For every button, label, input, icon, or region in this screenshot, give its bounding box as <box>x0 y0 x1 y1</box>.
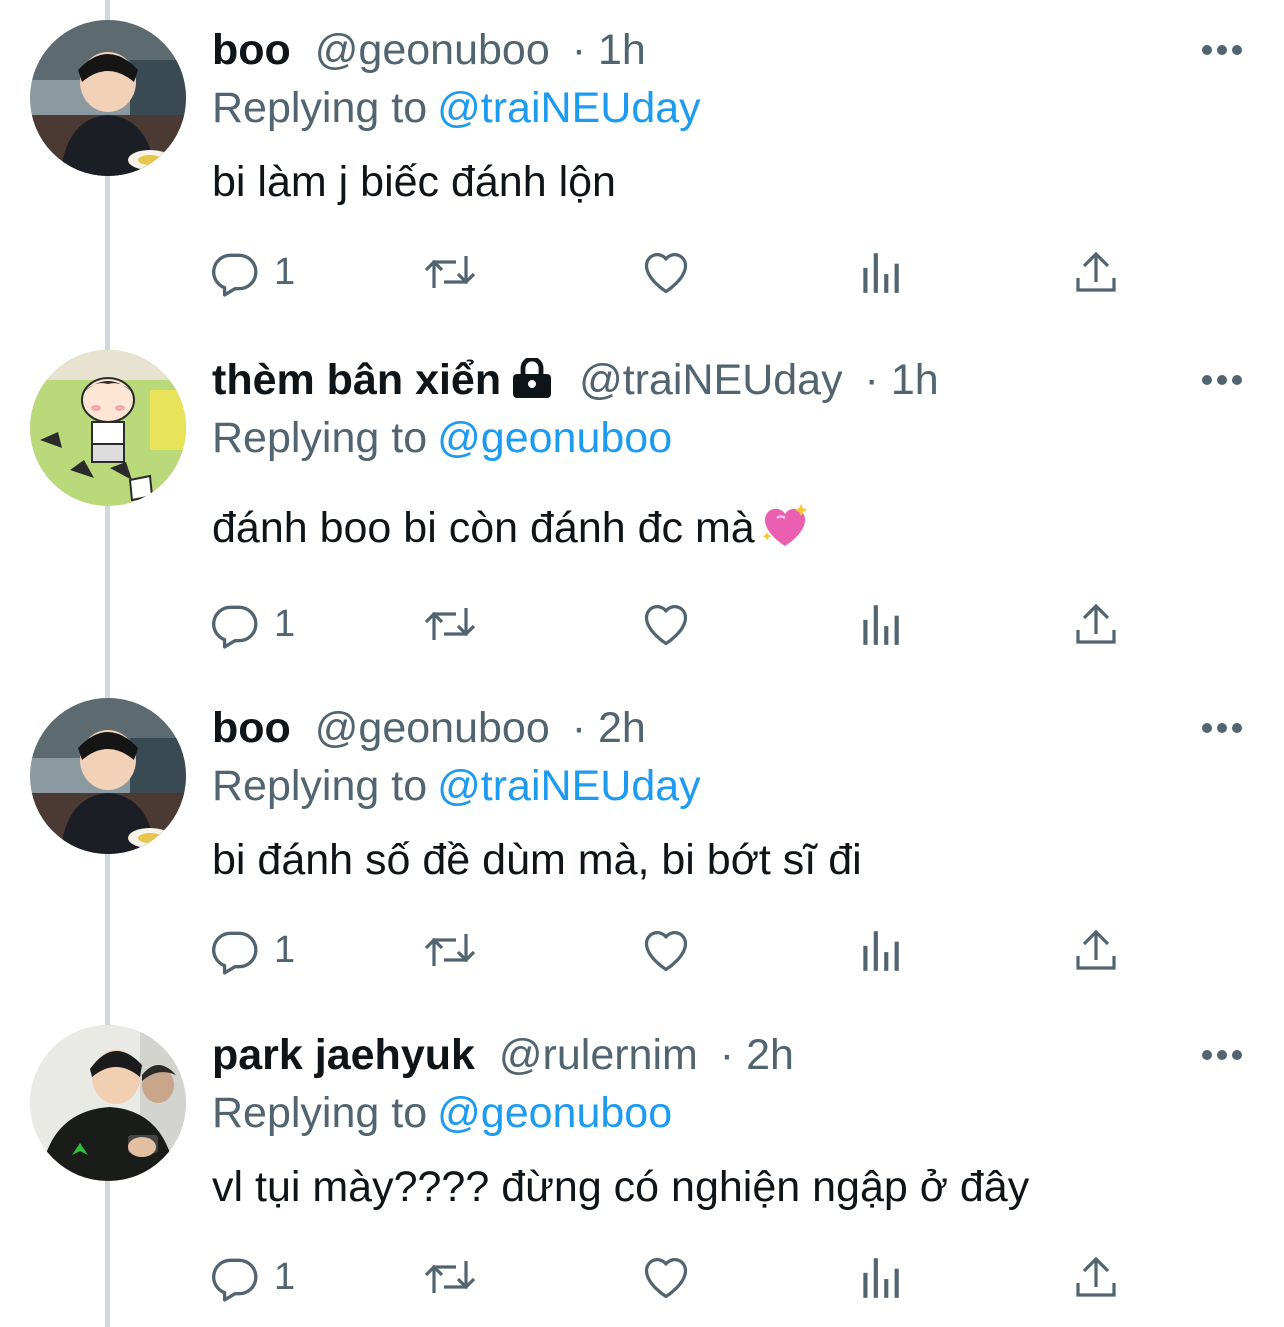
tweet-header: boo @geonuboo · 1h <box>212 20 646 80</box>
reply-button[interactable]: 1 <box>210 920 295 980</box>
tweet-text: bi làm j biếc đánh lộn <box>212 152 616 212</box>
avatar[interactable] <box>30 1025 186 1181</box>
tweet-text-content: vl tụi mày???? đừng có nghiện ngập ở đây <box>212 1163 1030 1211</box>
replying-to: Replying to @geonuboo <box>212 408 672 468</box>
like-icon <box>644 931 688 972</box>
replying-label: Replying to <box>212 762 428 810</box>
reply-icon <box>212 1258 258 1302</box>
timestamp[interactable]: · 1h <box>572 26 646 74</box>
retweet-icon <box>424 256 476 288</box>
tweet-header: thèm bân xiển @traiNEUday · 1h <box>212 350 939 410</box>
like-button[interactable] <box>640 1247 692 1307</box>
tweet-header: park jaehyuk @rulernim · 2h <box>212 1025 794 1085</box>
reply-count: 1 <box>274 1256 296 1298</box>
analytics-icon <box>863 253 899 293</box>
mention-link[interactable]: @traiNEUday <box>437 84 701 132</box>
display-name[interactable]: park jaehyuk <box>212 1031 475 1079</box>
boy-eating-avatar-icon <box>30 698 186 854</box>
like-button[interactable] <box>640 920 692 980</box>
replying-to: Replying to @geonuboo <box>212 1083 672 1143</box>
share-button[interactable] <box>1072 920 1120 980</box>
tweet-text-content: bi làm j biếc đánh lộn <box>212 158 616 206</box>
replying-label: Replying to <box>212 1089 428 1137</box>
sparkling-heart-emoji-icon <box>761 502 811 566</box>
replying-to: Replying to @traiNEUday <box>212 78 701 138</box>
avatar[interactable] <box>30 20 186 176</box>
reply-button[interactable]: 1 <box>210 594 295 654</box>
replying-label: Replying to <box>212 84 428 132</box>
action-bar: 1 <box>210 1247 1170 1307</box>
more-icon[interactable] <box>1200 370 1244 390</box>
boy-eating-avatar-icon <box>30 20 186 176</box>
handle[interactable]: @geonuboo <box>315 704 550 752</box>
like-button[interactable] <box>640 594 692 654</box>
handle[interactable]: @geonuboo <box>315 26 550 74</box>
tweet-text-content: đánh boo bi còn đánh đc mà <box>212 504 755 552</box>
avatar[interactable] <box>30 698 186 854</box>
timestamp[interactable]: · 2h <box>720 1031 794 1079</box>
like-button[interactable] <box>640 242 692 302</box>
retweet-button[interactable] <box>422 242 478 302</box>
display-name[interactable]: boo <box>212 26 291 74</box>
boy-with-phone-avatar-icon <box>30 1025 186 1181</box>
retweet-button[interactable] <box>422 920 478 980</box>
reply-count: 1 <box>274 929 296 971</box>
tweet-text: vl tụi mày???? đừng có nghiện ngập ở đây <box>212 1157 1029 1217</box>
analytics-icon <box>863 605 899 645</box>
display-name[interactable]: boo <box>212 704 291 752</box>
mention-link[interactable]: @geonuboo <box>437 1089 672 1137</box>
analytics-button[interactable] <box>858 920 902 980</box>
handle[interactable]: @rulernim <box>499 1031 698 1079</box>
reply-button[interactable]: 1 <box>210 242 295 302</box>
mention-link[interactable]: @traiNEUday <box>437 762 701 810</box>
share-button[interactable] <box>1072 594 1120 654</box>
more-icon[interactable] <box>1200 1045 1244 1065</box>
analytics-button[interactable] <box>858 594 902 654</box>
reply-icon <box>212 605 258 649</box>
share-icon <box>1076 1256 1116 1297</box>
like-icon <box>644 1258 688 1299</box>
timestamp[interactable]: · 1h <box>865 356 939 404</box>
more-icon[interactable] <box>1200 718 1244 738</box>
tweet-header: boo @geonuboo · 2h <box>212 698 646 758</box>
lock-icon <box>509 354 555 414</box>
replying-to: Replying to @traiNEUday <box>212 756 701 816</box>
handle[interactable]: @traiNEUday <box>579 356 843 404</box>
replying-label: Replying to <box>212 414 428 462</box>
cartoon-boy-avatar-icon <box>30 350 186 506</box>
action-bar: 1 <box>210 594 1170 654</box>
analytics-button[interactable] <box>858 1247 902 1307</box>
retweet-icon <box>424 608 476 640</box>
share-button[interactable] <box>1072 1247 1120 1307</box>
retweet-button[interactable] <box>422 594 478 654</box>
reply-icon <box>212 931 258 975</box>
share-icon <box>1076 603 1116 644</box>
share-icon <box>1076 251 1116 292</box>
like-icon <box>644 605 688 646</box>
share-button[interactable] <box>1072 242 1120 302</box>
reply-icon <box>212 253 258 297</box>
display-name[interactable]: thèm bân xiển <box>212 356 501 404</box>
analytics-button[interactable] <box>858 242 902 302</box>
avatar[interactable] <box>30 350 186 506</box>
retweet-icon <box>424 1261 476 1293</box>
tweet-text-content: bi đánh số đề dùm mà, bi bớt sĩ đi <box>212 836 862 884</box>
reply-button[interactable]: 1 <box>210 1247 295 1307</box>
reply-count: 1 <box>274 603 296 645</box>
retweet-button[interactable] <box>422 1247 478 1307</box>
more-icon[interactable] <box>1200 40 1244 60</box>
reply-count: 1 <box>274 251 296 293</box>
tweet-text: bi đánh số đề dùm mà, bi bớt sĩ đi <box>212 830 862 890</box>
mention-link[interactable]: @geonuboo <box>437 414 672 462</box>
action-bar: 1 <box>210 920 1170 980</box>
like-icon <box>644 253 688 294</box>
tweet-text: đánh boo bi còn đánh đc mà <box>212 498 811 566</box>
retweet-icon <box>424 934 476 966</box>
action-bar: 1 <box>210 242 1170 302</box>
share-icon <box>1076 929 1116 970</box>
analytics-icon <box>863 931 899 971</box>
analytics-icon <box>863 1258 899 1298</box>
timestamp[interactable]: · 2h <box>572 704 646 752</box>
